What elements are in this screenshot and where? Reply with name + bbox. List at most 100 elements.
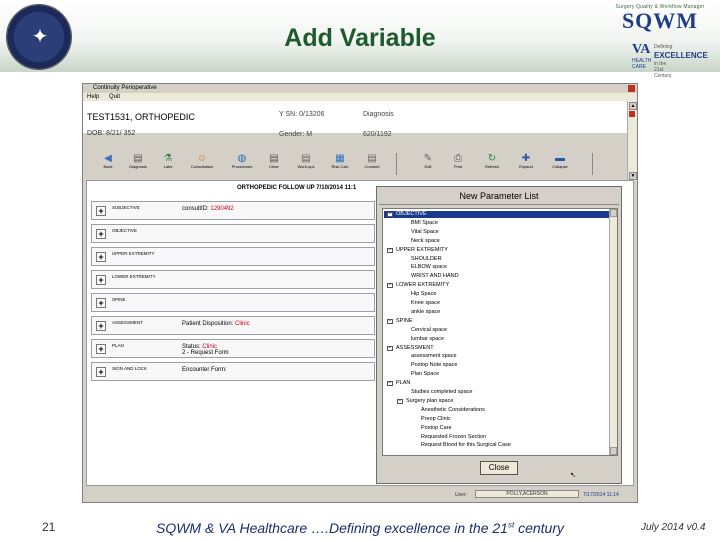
parameter-tree[interactable]: − OBJECTIVE BMI Space Vital Space Neck space…	[382, 208, 618, 456]
flask-icon: ⚗	[163, 153, 173, 164]
version-label: July 2014 v0.4	[641, 522, 706, 533]
patient-name: TEST1531, ORTHOPEDIC	[87, 112, 195, 122]
document-icon: ▤	[367, 153, 377, 164]
tree-collapse-icon[interactable]: −	[387, 247, 393, 253]
tree-scroll-up-icon[interactable]	[610, 209, 617, 217]
tree-node[interactable]: Neck space	[411, 238, 440, 245]
expand-plus-icon[interactable]: +	[96, 252, 106, 262]
tree-node[interactable]: Anesthetic Considerations	[421, 407, 485, 414]
tree-collapse-icon[interactable]: −	[387, 381, 393, 387]
toolbar-button-labs[interactable]: ⚗ Labs	[152, 152, 184, 176]
tree-node[interactable]: Preop Clinic	[421, 416, 451, 423]
tree-node[interactable]: Postop Care	[421, 425, 452, 432]
section-value-label: Encounter Form:	[182, 367, 227, 373]
tree-node[interactable]: ankle space	[411, 309, 440, 316]
tree-node[interactable]: SHOULDER	[411, 256, 442, 263]
dialog-divider	[379, 204, 619, 205]
tree-node[interactable]: Studies completed space	[411, 389, 472, 396]
banner-scrollbar[interactable]: ▲ ▼	[627, 101, 637, 181]
toolbar-button-label: Consultation	[190, 164, 214, 169]
section-name: PLAN	[112, 343, 124, 348]
toolbar-button-expand[interactable]: ✚ Expand	[510, 152, 542, 176]
logo-excellence: EXCELLENCE	[654, 51, 708, 60]
expand-plus-icon[interactable]: +	[96, 206, 106, 216]
logo-name: SQWM	[621, 8, 699, 33]
section-name: SPINE	[112, 297, 126, 302]
footer-tail: century	[514, 520, 565, 536]
tree-scroll-down-icon[interactable]	[610, 447, 617, 455]
toolbar-button-label: Risk Calc	[331, 164, 349, 169]
toolbar-button-risk-calc[interactable]: ▦ Risk Calc	[324, 152, 356, 176]
toolbar-button-label: Edit	[424, 164, 432, 169]
document-icon: ▤	[133, 153, 143, 164]
tree-node[interactable]: Request Blood for this Surgical Case	[421, 442, 511, 449]
toolbar-button-edit[interactable]: ✎ Edit	[412, 152, 444, 176]
tree-node[interactable]: ELBOW space	[411, 264, 447, 271]
tree-node[interactable]: Cervical space	[411, 327, 447, 334]
slide: ✦ Add Variable Surgery Quality & Workflo…	[0, 0, 720, 540]
tree-node[interactable]: lumbar space	[411, 336, 444, 343]
note-header: ORTHOPEDIC FOLLOW UP 7/10/2014 11:1	[237, 185, 357, 191]
toolbar-button-clear[interactable]: ▤ Clear	[258, 152, 290, 176]
menu-quit[interactable]: Quit	[109, 94, 120, 100]
tree-node[interactable]: SPINE	[396, 318, 413, 325]
tree-node[interactable]: LOWER EXTREMITY	[396, 282, 449, 289]
tree-node[interactable]: Vital Space	[411, 229, 439, 236]
tree-node[interactable]: Surgery plan space	[406, 398, 453, 405]
section-name: OBJECTIVE	[112, 228, 138, 233]
toolbar-button-work-ups[interactable]: ▤ Work-ups	[290, 152, 322, 176]
menu-help[interactable]: Help	[87, 94, 99, 100]
toolbar-button-consultation[interactable]: ☺ Consultation	[186, 152, 218, 176]
tree-collapse-icon[interactable]: −	[397, 398, 403, 404]
note-section-sign-and-lock: + SIGN AND LOCK Encounter Form:	[91, 362, 375, 381]
tree-collapse-icon[interactable]: −	[387, 345, 393, 351]
window-close-icon[interactable]	[628, 85, 635, 92]
tree-node[interactable]: Knee space	[411, 300, 440, 307]
tree-collapse-icon[interactable]: −	[387, 318, 393, 324]
toolbar-button-diagnosis[interactable]: ▤ Diagnosis	[122, 152, 154, 176]
minus-icon: ▬	[555, 153, 565, 164]
expand-plus-icon[interactable]: +	[96, 321, 106, 331]
tree-node[interactable]: OBJECTIVE	[396, 211, 427, 218]
tree-collapse-icon[interactable]: −	[387, 212, 393, 217]
window-titlebar: Continuity Perioperative	[83, 84, 637, 93]
tree-node[interactable]: PLAN	[396, 380, 410, 387]
tree-scrollbar[interactable]	[609, 209, 617, 455]
tree-node[interactable]: BMI Space	[411, 220, 438, 227]
toolbar-button-refresh[interactable]: ↻ Refresh	[476, 152, 508, 176]
note-section-assessment: + ASSESSMENT Patient Disposition: Clinic	[91, 316, 375, 335]
patient-banner: TEST1531, ORTHOPEDIC DOB: 8/21/ 352 Y SN…	[83, 101, 629, 138]
tree-node[interactable]: assessment space	[411, 353, 457, 360]
tree-node[interactable]: Plan Space	[411, 371, 439, 378]
expand-plus-icon[interactable]: +	[96, 298, 106, 308]
toolbar-button-back[interactable]: ◀ Back	[92, 152, 124, 176]
patient-diagnosis: Diagnosis	[363, 111, 394, 118]
close-button[interactable]: Close	[480, 461, 518, 475]
expand-plus-icon[interactable]: +	[96, 229, 106, 239]
toolbar-button-print[interactable]: ⎙ Print	[442, 152, 474, 176]
tree-node[interactable]: ASSESSMENT	[396, 345, 434, 352]
close-red-icon[interactable]	[629, 111, 635, 117]
back-arrow-icon: ◀	[104, 153, 112, 164]
toolbar-button-label: Labs	[163, 164, 173, 169]
toolbar-button-label: Consent	[364, 164, 380, 169]
expand-plus-icon[interactable]: +	[96, 275, 106, 285]
section-name: SUBJECTIVE	[112, 205, 140, 210]
tree-node[interactable]: Hip Space	[411, 291, 436, 298]
patient-mrn: 620/1192	[363, 131, 392, 138]
section-value-label: consultID:	[182, 206, 211, 212]
scroll-down-icon[interactable]: ▼	[629, 172, 637, 180]
tree-node[interactable]: Postop Note space	[411, 362, 457, 369]
expand-plus-icon[interactable]: +	[96, 344, 106, 354]
expand-plus-icon[interactable]: +	[96, 367, 106, 377]
patient-ssn: Y SN: 0/13206	[279, 111, 325, 118]
toolbar-button-collapse[interactable]: ▬ Collapse	[544, 152, 576, 176]
toolbar-button-procedures[interactable]: ◍ Procedures	[226, 152, 258, 176]
toolbar-button-consent[interactable]: ▤ Consent	[356, 152, 388, 176]
tree-collapse-icon[interactable]: −	[387, 283, 393, 289]
patient-gender: Gender: M	[279, 131, 313, 138]
tree-node[interactable]: UPPER EXTREMITY	[396, 247, 448, 254]
tree-node[interactable]: WRIST AND HAND	[411, 273, 459, 280]
scroll-up-icon[interactable]: ▲	[629, 102, 637, 110]
tree-node[interactable]: Requested Frozen Section	[421, 434, 486, 441]
